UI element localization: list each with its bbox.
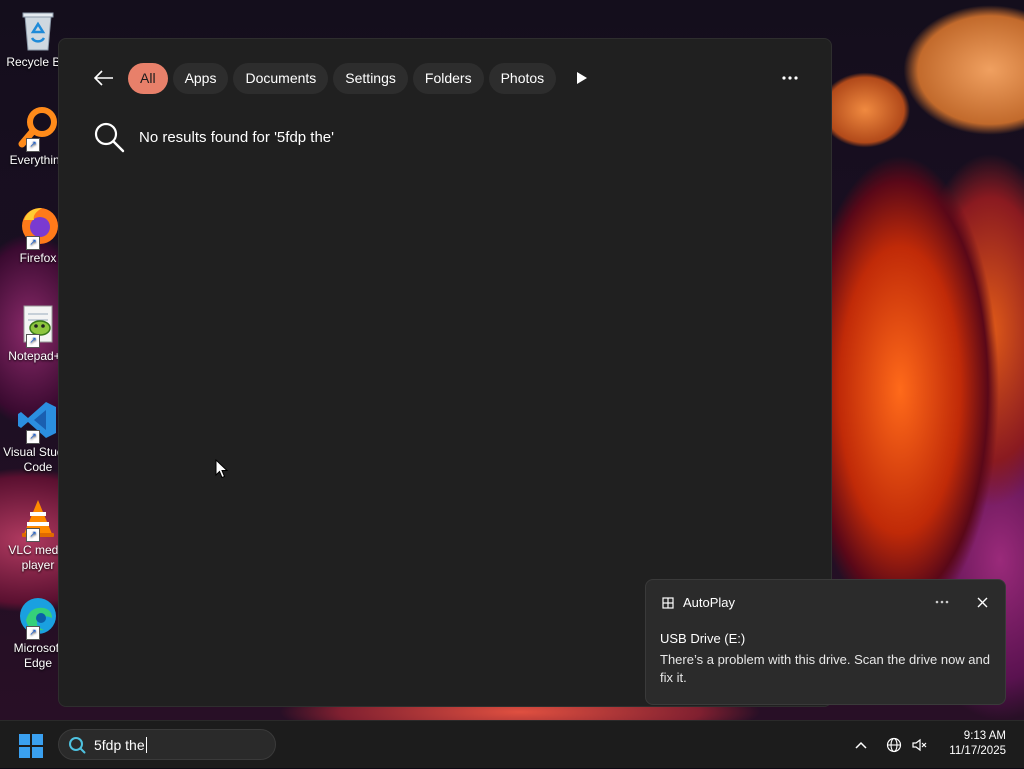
search-icon — [94, 122, 125, 153]
shortcut-arrow-icon: ↗ — [26, 334, 40, 348]
firefox-icon: ↗ — [16, 204, 60, 250]
taskbar-search-box[interactable]: 5fdp the — [58, 729, 276, 760]
edge-icon: ↗ — [16, 594, 60, 640]
autoplay-notification[interactable]: AutoPlay USB Drive (E:) There’s a proble… — [645, 579, 1006, 705]
clock-time: 9:13 AM — [963, 730, 1006, 742]
toast-header: AutoPlay — [662, 595, 735, 610]
back-button[interactable] — [87, 61, 121, 95]
filter-chip-documents[interactable]: Documents — [233, 62, 329, 94]
taskbar: 5fdp the 9:13 AM 11/17/2025 — [0, 720, 1024, 768]
no-results-message: No results found for '5fdp the' — [93, 121, 334, 153]
search-filter-bar: All Apps Documents Settings Folders Phot… — [87, 61, 597, 95]
toast-title: USB Drive (E:) — [660, 631, 746, 646]
ellipsis-icon — [782, 76, 798, 80]
vscode-icon: ↗ — [16, 398, 60, 444]
system-clock[interactable]: 9:13 AM 11/17/2025 — [949, 729, 1006, 759]
windows-logo-icon — [19, 734, 43, 758]
show-hidden-icons-button[interactable] — [850, 721, 872, 769]
shortcut-arrow-icon: ↗ — [26, 626, 40, 640]
shortcut-arrow-icon: ↗ — [26, 430, 40, 444]
toast-more-button[interactable] — [932, 592, 952, 612]
more-options-button[interactable] — [777, 65, 803, 91]
search-icon — [69, 736, 86, 753]
ellipsis-icon — [935, 600, 949, 604]
filter-chip-all[interactable]: All — [128, 62, 168, 94]
shortcut-arrow-icon: ↗ — [26, 138, 40, 152]
volume-status-button[interactable] — [907, 721, 931, 769]
play-icon — [577, 72, 588, 84]
arrow-left-icon — [94, 70, 113, 86]
taskbar-search-input[interactable]: 5fdp the — [94, 737, 145, 753]
filter-chip-apps[interactable]: Apps — [172, 62, 229, 94]
shortcut-arrow-icon: ↗ — [26, 528, 40, 542]
more-filters-button[interactable] — [567, 63, 597, 93]
shortcut-arrow-icon: ↗ — [26, 236, 40, 250]
filter-chip-photos[interactable]: Photos — [488, 62, 557, 94]
autoplay-icon — [662, 596, 674, 609]
text-caret — [145, 736, 147, 753]
notepad-plus-plus-icon: ↗ — [16, 302, 60, 348]
speaker-muted-icon — [912, 738, 927, 752]
mouse-pointer-icon — [215, 458, 229, 484]
close-icon — [977, 597, 987, 607]
everything-icon: ↗ — [16, 106, 60, 152]
clock-date: 11/17/2025 — [949, 745, 1006, 757]
filter-chip-settings[interactable]: Settings — [333, 62, 408, 94]
toast-app-name: AutoPlay — [683, 595, 736, 610]
filter-chip-folders[interactable]: Folders — [412, 62, 484, 94]
recycle-bin-icon — [16, 8, 60, 52]
no-results-text: No results found for '5fdp the' — [139, 128, 335, 146]
vlc-icon: ↗ — [16, 496, 60, 542]
start-button[interactable] — [18, 733, 44, 759]
toast-close-button[interactable] — [972, 592, 992, 612]
toast-body: There’s a problem with this drive. Scan … — [660, 652, 990, 685]
network-status-button[interactable] — [883, 721, 905, 769]
chevron-up-icon — [855, 741, 867, 749]
globe-icon — [886, 737, 902, 753]
